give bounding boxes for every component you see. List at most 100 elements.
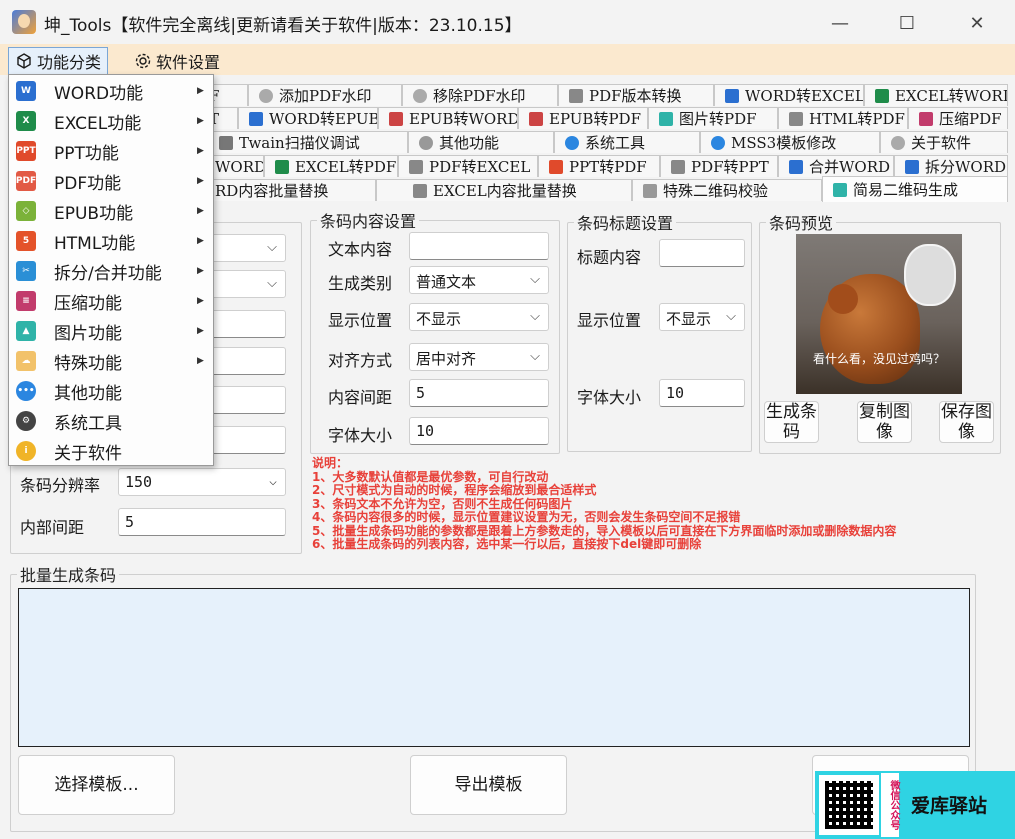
tab-word-to-excel[interactable]: WORD转EXCEL — [714, 84, 864, 106]
tab-ppt-to-pdf[interactable]: PPT转PDF — [538, 155, 660, 177]
align-select[interactable]: 居中对齐 ⌵ — [409, 343, 549, 371]
dropdown-item-system-tools[interactable]: ⚙ 系统工具 — [9, 406, 213, 436]
dropdown-item-other[interactable]: ••• 其他功能 — [9, 376, 213, 406]
tab-epub-to-pdf[interactable]: EPUB转PDF — [518, 107, 648, 129]
dropdown-item-pdf[interactable]: PDF PDF功能 ▶ — [9, 166, 213, 196]
content-spacing-input[interactable]: 5 — [409, 379, 549, 407]
ppt-icon: PPT — [16, 141, 36, 161]
watermark-side-text: 微信公众号 — [881, 773, 899, 837]
dropdown-item-special[interactable]: ☁ 特殊功能 ▶ — [9, 346, 213, 376]
title-font-size-input[interactable]: 10 — [659, 379, 745, 407]
tab-split-word[interactable]: 拆分WORD — [894, 155, 1008, 177]
batch-data-list[interactable] — [18, 588, 970, 747]
menu-software-settings[interactable]: 软件设置 — [128, 47, 226, 74]
tab-excel-batch-replace[interactable]: EXCEL内容批量替换 — [376, 179, 632, 201]
submenu-arrow-icon: ▶ — [197, 146, 204, 156]
tab-pdf-to-ppt[interactable]: PDF转PPT — [660, 155, 778, 177]
tab-about-software[interactable]: 关于软件 — [880, 131, 1008, 153]
tab-merge-word[interactable]: 合并WORD — [778, 155, 894, 177]
scissors-icon: ✂ — [16, 261, 36, 281]
word-icon — [789, 159, 803, 174]
dropdown-item-split-merge[interactable]: ✂ 拆分/合并功能 ▶ — [9, 256, 213, 286]
tab-mss3-template[interactable]: MSS3模板修改 — [700, 131, 880, 153]
title-position-select[interactable]: 不显示 ⌵ — [659, 303, 745, 331]
tab-html-to-pdf[interactable]: HTML转PDF — [778, 107, 908, 129]
watermark-name: 爱库驿站 — [911, 795, 988, 817]
dropdown-item-image[interactable]: ▲ 图片功能 ▶ — [9, 316, 213, 346]
watermark-icon — [259, 88, 273, 103]
more-icon: ••• — [16, 381, 36, 401]
tab-excel-to-word[interactable]: EXCEL转WORD — [864, 84, 1008, 106]
tab-system-tools[interactable]: 系统工具 — [554, 131, 700, 153]
dropdown-item-excel[interactable]: X EXCEL功能 ▶ — [9, 106, 213, 136]
dropdown-item-label: PPT功能 — [54, 143, 119, 164]
maximize-button[interactable]: ☐ — [884, 8, 930, 38]
gear-icon — [711, 135, 725, 150]
menu-function-category[interactable]: 功能分类 — [8, 47, 109, 74]
title-position-label: 显示位置 — [577, 311, 642, 330]
qr-code-icon — [819, 775, 879, 835]
chevron-down-icon: ⌵ — [269, 474, 277, 489]
tab-compress-pdf[interactable]: 压缩PDF — [908, 107, 1008, 129]
minimize-button[interactable]: — — [817, 8, 863, 38]
dropdown-item-word[interactable]: W WORD功能 ▶ — [9, 76, 213, 106]
submenu-arrow-icon: ▶ — [197, 236, 204, 246]
dropdown-item-html[interactable]: 5 HTML功能 ▶ — [9, 226, 213, 256]
tab-label: EXCEL转WORD — [895, 87, 1008, 105]
tab-image-to-pdf[interactable]: 图片转PDF — [648, 107, 778, 129]
select-template-button[interactable]: 选择模板... — [18, 755, 175, 815]
tab-special-qr-verify[interactable]: 特殊二维码校验 — [632, 179, 822, 201]
position-select[interactable]: 不显示 ⌵ — [409, 303, 549, 331]
dropdown-item-epub[interactable]: ◇ EPUB功能 ▶ — [9, 196, 213, 226]
font-size-input[interactable]: 10 — [409, 417, 549, 445]
chevron-down-icon: ⌵ — [530, 309, 540, 324]
excel-icon: X — [16, 111, 36, 131]
tab-other-functions[interactable]: 其他功能 — [408, 131, 554, 153]
inner-spacing-input[interactable]: 5 — [118, 508, 286, 536]
watermark-icon — [413, 88, 427, 103]
tab-epub-to-word[interactable]: EPUB转WORD — [378, 107, 518, 129]
dropdown-item-ppt[interactable]: PPT PPT功能 ▶ — [9, 136, 213, 166]
tab-excel-to-pdf[interactable]: EXCEL转PDF — [264, 155, 398, 177]
tab-pdf-version[interactable]: PDF版本转换 — [558, 84, 714, 106]
tab-pdf-to-excel[interactable]: PDF转EXCEL — [398, 155, 538, 177]
tab-label: 系统工具 — [585, 134, 646, 152]
tab-label: 合并WORD — [809, 158, 891, 176]
tab-label: 添加PDF水印 — [279, 87, 372, 105]
save-image-button[interactable]: 保存图像 — [939, 401, 994, 443]
tab-simple-qr-generate[interactable]: 简易二维码生成 — [822, 176, 1008, 202]
copy-image-button[interactable]: 复制图像 — [857, 401, 912, 443]
generate-barcode-button[interactable]: 生成条码 — [764, 401, 819, 443]
export-template-button[interactable]: 导出模板 — [410, 755, 567, 815]
word-icon — [249, 111, 263, 126]
resolution-select[interactable]: 150 ⌵ — [118, 468, 286, 496]
inner-spacing-label: 内部间距 — [20, 518, 85, 537]
preview-caption: 看什么看，没见过鸡吗？ — [812, 352, 945, 366]
dropdown-item-label: 拆分/合并功能 — [54, 263, 162, 284]
dropdown-item-label: 系统工具 — [54, 413, 122, 434]
tab-label: HTML转PDF — [809, 110, 905, 128]
tab-label: PDF转EXCEL — [429, 158, 531, 176]
tab-word-batch-replace[interactable]: RD内容批量替换 — [204, 179, 376, 201]
tab-label: 压缩PDF — [939, 110, 1002, 128]
tab-add-pdf-watermark[interactable]: 添加PDF水印 — [248, 84, 402, 106]
type-label: 生成类别 — [328, 274, 393, 293]
tab-label: WORD — [215, 157, 264, 176]
tab-word-to-epub[interactable]: WORD转EPUB — [238, 107, 378, 129]
pdf-icon — [569, 88, 583, 103]
dropdown-item-label: 特殊功能 — [54, 353, 122, 374]
dropdown-item-about[interactable]: i 关于软件 — [9, 436, 213, 466]
title-content-input[interactable] — [659, 239, 745, 267]
close-button[interactable]: ✕ — [954, 8, 1000, 38]
tab-remove-pdf-watermark[interactable]: 移除PDF水印 — [402, 84, 558, 106]
qr-icon — [643, 183, 657, 198]
text-content-label: 文本内容 — [328, 240, 393, 259]
gear-icon — [134, 52, 152, 70]
text-content-input[interactable] — [409, 232, 549, 260]
dropdown-item-compress[interactable]: ≡ 压缩功能 ▶ — [9, 286, 213, 316]
tab-label: EPUB转PDF — [549, 110, 641, 128]
submenu-arrow-icon: ▶ — [197, 266, 204, 276]
dropdown-item-label: HTML功能 — [54, 233, 136, 254]
tab-twain-scanner[interactable]: Twain扫描仪调试 — [208, 131, 408, 153]
type-select[interactable]: 普通文本 ⌵ — [409, 266, 549, 294]
